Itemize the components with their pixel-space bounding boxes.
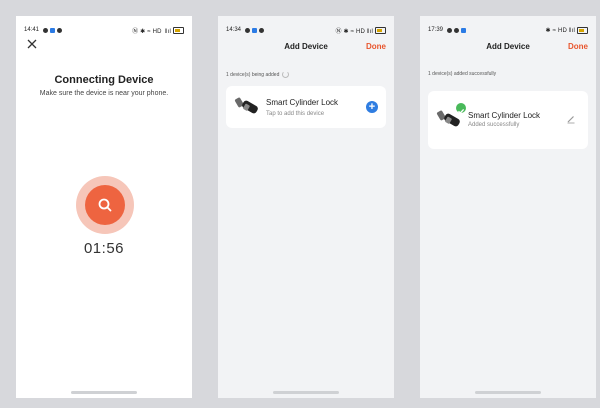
status-time: 17:39 — [428, 27, 444, 33]
section-label-text: 1 device(s) being added — [226, 71, 280, 78]
status-icon — [245, 27, 251, 33]
status-bar: 14:34 Ⓝ ✱ ≈ HD ‖ıl — [226, 25, 386, 35]
status-right: Ⓝ ✱ ≈ HD ‖ıl — [335, 28, 373, 35]
screen-add-device: 14:34 Ⓝ ✱ ≈ HD ‖ıl Add Device Done 1 dev… — [218, 16, 394, 398]
device-subtitle: Added successfully — [468, 122, 520, 128]
device-card[interactable]: Smart Cylinder Lock Tap to add this devi… — [226, 86, 386, 128]
search-icon — [98, 198, 112, 212]
edit-icon[interactable] — [566, 114, 576, 124]
battery-icon — [577, 26, 588, 34]
status-icon — [57, 27, 63, 33]
status-icon — [447, 27, 453, 33]
home-indicator — [273, 391, 339, 394]
status-bar: 14:41 Ⓝ ✱ ≈ HD ‖ıl — [24, 25, 184, 35]
lock-icon — [234, 97, 258, 114]
battery-icon — [173, 26, 184, 34]
section-label: 1 device(s) added successfully — [428, 71, 497, 77]
status-bar: 17:39 ✱ ≈ HD ‖ıl — [428, 25, 588, 35]
device-name: Smart Cylinder Lock — [266, 98, 339, 107]
status-right: Ⓝ ✱ ≈ HD ‖ıl — [132, 28, 171, 35]
done-button[interactable]: Done — [568, 42, 588, 51]
screen-added-success: 17:39 ✱ ≈ HD ‖ıl Add Device Done 1 devic… — [420, 16, 596, 398]
page-subtitle: Make sure the device is near your phone. — [39, 90, 169, 97]
device-name: Smart Cylinder Lock — [468, 111, 541, 120]
status-icon — [43, 27, 49, 33]
scan-button — [85, 185, 125, 225]
status-icon — [454, 27, 460, 33]
status-right: ✱ ≈ HD ‖ıl — [545, 27, 575, 34]
loading-spinner-icon — [282, 71, 290, 78]
countdown-timer: 01:56 — [83, 240, 125, 257]
close-icon[interactable] — [26, 38, 38, 50]
status-time: 14:34 — [226, 27, 242, 33]
scan-indicator — [76, 176, 134, 234]
home-indicator — [475, 391, 541, 394]
page-title: Connecting Device — [54, 74, 154, 86]
status-icon — [252, 27, 258, 33]
device-card[interactable]: Smart Cylinder Lock Added successfully — [428, 91, 588, 149]
device-subtitle: Tap to add this device — [266, 111, 325, 117]
status-icon — [259, 27, 265, 33]
status-icon — [461, 27, 467, 33]
add-device-button[interactable]: + — [366, 101, 378, 113]
screen-connecting: 14:41 Ⓝ ✱ ≈ HD ‖ıl Connecting Device Mak… — [16, 16, 192, 398]
done-button[interactable]: Done — [366, 42, 386, 51]
checkmark-icon — [456, 103, 466, 114]
battery-icon — [375, 26, 386, 34]
status-icon — [50, 27, 56, 33]
section-label: 1 device(s) being added — [226, 71, 290, 78]
status-time: 14:41 — [24, 27, 40, 33]
home-indicator — [71, 391, 137, 394]
